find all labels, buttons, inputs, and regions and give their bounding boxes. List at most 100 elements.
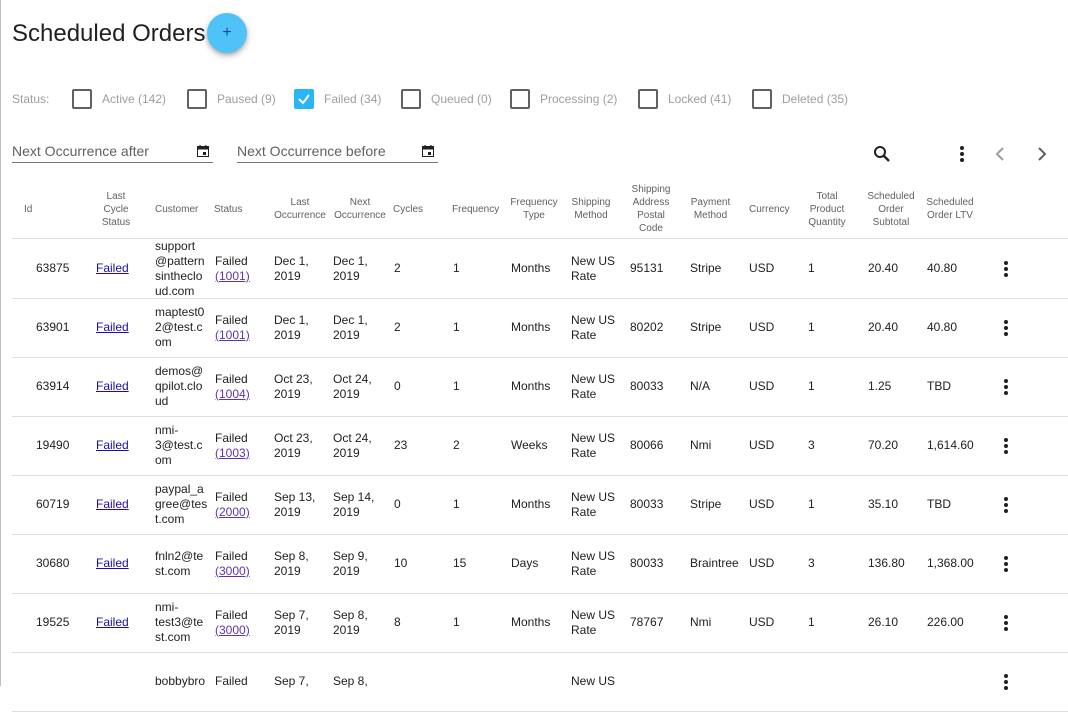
next-occurrence-after-field[interactable]: Next Occurrence after — [12, 138, 213, 163]
status-code-link[interactable]: (1003) — [215, 446, 250, 461]
postal-cell: 80066 — [630, 438, 664, 452]
row-more-vert-icon[interactable] — [994, 593, 1018, 652]
customer-cell: maptest0 2@test.c om — [155, 305, 205, 349]
status-checkbox-processing[interactable]: Processing (2) — [510, 88, 617, 110]
status-checkbox-queued[interactable]: Queued (0) — [401, 88, 492, 110]
checkbox-icon[interactable] — [638, 89, 658, 109]
status-text: Failed — [215, 430, 248, 445]
column-header[interactable]: Shipping Method — [570, 180, 612, 238]
last-cycle-status-link[interactable]: Failed — [96, 438, 129, 453]
row-more-vert-icon[interactable] — [994, 652, 1018, 711]
ltv-cell: 40.80 — [927, 320, 958, 334]
chevron-left-icon[interactable] — [988, 142, 1012, 166]
status-text: Failed — [215, 489, 248, 504]
table-row[interactable]: 63914 Failed demos@ qpilot.clo ud Failed (10… — [12, 357, 1068, 417]
status-code-link[interactable]: (1004) — [215, 387, 250, 402]
last-occ-cell: Dec 1, 2019 — [274, 253, 309, 283]
frequency-cell: 15 — [453, 556, 467, 570]
column-header[interactable]: Scheduled Order LTV — [925, 180, 975, 238]
status-checkbox-label: Failed (34) — [324, 92, 382, 106]
last-occ-cell: Dec 1, 2019 — [274, 312, 309, 342]
column-header[interactable]: Next Occurrence — [332, 180, 388, 238]
table-row[interactable]: 63901 Failed maptest0 2@test.c om Failed (10… — [12, 298, 1068, 358]
column-header[interactable]: Frequency Type — [509, 180, 559, 238]
add-order-button[interactable]: + — [207, 13, 247, 53]
table-row[interactable]: bobbybro Failed Sep 7, Sep 8, New US — [12, 652, 1068, 712]
payment-cell: Nmi — [690, 438, 712, 452]
status-checkbox-locked[interactable]: Locked (41) — [638, 88, 731, 110]
currency-cell: USD — [749, 261, 775, 275]
status-code-link[interactable]: (2000) — [215, 505, 250, 520]
row-more-vert-icon[interactable] — [994, 416, 1018, 475]
next-occ-cell: Dec 1, 2019 — [333, 312, 368, 342]
table-row[interactable]: 63875 Failed support @pattern sintheclo ud… — [12, 239, 1068, 299]
last-cycle-status-link[interactable]: Failed — [96, 615, 129, 630]
next-occurrence-before-field[interactable]: Next Occurrence before — [237, 138, 438, 163]
column-header[interactable]: Payment Method — [688, 180, 733, 238]
search-icon[interactable] — [870, 142, 894, 166]
payment-cell: Stripe — [690, 497, 722, 511]
last-occ-cell: Sep 8, 2019 — [274, 548, 309, 578]
table-row[interactable]: 19525 Failed nmi- test3@te st.com Failed (30… — [12, 593, 1068, 653]
row-more-vert-icon[interactable] — [994, 357, 1018, 416]
column-header[interactable]: Currency — [749, 180, 795, 238]
last-cycle-status-link[interactable]: Failed — [96, 379, 129, 394]
column-header[interactable]: Id — [24, 180, 74, 238]
currency-cell: USD — [749, 497, 775, 511]
last-cycle-status-link[interactable]: Failed — [96, 261, 129, 276]
checkbox-icon[interactable] — [510, 89, 530, 109]
freq-type-cell: Months — [511, 615, 551, 629]
next-occ-cell: Oct 24, 2019 — [333, 371, 372, 401]
payment-cell: Nmi — [690, 615, 712, 629]
status-checkbox-paused[interactable]: Paused (9) — [187, 88, 276, 110]
row-more-vert-icon[interactable] — [994, 475, 1018, 534]
chevron-right-icon[interactable] — [1030, 142, 1054, 166]
calendar-icon[interactable] — [197, 144, 209, 160]
row-more-vert-icon[interactable] — [994, 239, 1018, 298]
row-more-vert-icon[interactable] — [994, 298, 1018, 357]
status-checkbox-deleted[interactable]: Deleted (35) — [752, 88, 848, 110]
subtotal-cell: 26.10 — [868, 615, 899, 629]
table-row[interactable]: 60719 Failed paypal_a gree@tes t.com Failed… — [12, 475, 1068, 535]
last-cycle-status-link[interactable]: Failed — [96, 320, 129, 335]
checkbox-icon[interactable] — [752, 89, 772, 109]
column-header[interactable]: Customer — [155, 180, 205, 238]
qty-cell: 1 — [808, 497, 815, 511]
id-cell: 63901 — [36, 320, 70, 334]
status-checkbox-failed[interactable]: Failed (34) — [294, 88, 381, 110]
status-code-link[interactable]: (1001) — [215, 269, 250, 284]
column-header[interactable]: Scheduled Order Subtotal — [866, 180, 916, 238]
column-header[interactable]: Status — [214, 180, 258, 238]
ltv-cell: 226.00 — [927, 615, 964, 629]
column-header[interactable]: Shipping Address Postal Code — [628, 180, 674, 238]
checkbox-checked-icon[interactable] — [294, 89, 314, 109]
column-header[interactable]: Frequency — [452, 180, 502, 238]
qty-cell: 1 — [808, 615, 815, 629]
next-occurrence-after-placeholder: Next Occurrence after — [12, 143, 149, 159]
checkbox-icon[interactable] — [401, 89, 421, 109]
last-cycle-status-link[interactable]: Failed — [96, 556, 129, 571]
row-more-vert-icon[interactable] — [994, 534, 1018, 593]
shipping-cell: New US Rate — [571, 371, 616, 401]
column-header[interactable]: Last Cycle Status — [92, 180, 140, 238]
table-row[interactable]: 19490 Failed nmi- 3@test.c om Failed (1003) O… — [12, 416, 1068, 476]
currency-cell: USD — [749, 615, 775, 629]
checkbox-icon[interactable] — [72, 89, 92, 109]
last-cycle-status-link[interactable]: Failed — [96, 497, 129, 512]
column-header[interactable]: Last Occurrence — [274, 180, 326, 238]
checkbox-icon[interactable] — [187, 89, 207, 109]
status-code-link[interactable]: (3000) — [215, 564, 250, 579]
status-checkbox-active[interactable]: Active (142) — [72, 88, 166, 110]
status-code-link[interactable]: (1001) — [215, 328, 250, 343]
id-cell: 19490 — [36, 438, 70, 452]
column-header[interactable]: Cycles — [393, 180, 433, 238]
last-occ-cell: Oct 23, 2019 — [274, 430, 313, 460]
table-row[interactable]: 30680 Failed fnln2@te st.com Failed (3000) Se… — [12, 534, 1068, 594]
more-vert-icon[interactable] — [950, 142, 974, 166]
status-cell: Failed (1001) — [215, 239, 250, 298]
column-header[interactable]: Total Product Quantity — [807, 180, 847, 238]
calendar-icon[interactable] — [422, 144, 434, 160]
next-occ-cell: Sep 14, 2019 — [333, 489, 375, 519]
qty-cell: 1 — [808, 261, 815, 275]
status-code-link[interactable]: (3000) — [215, 623, 250, 638]
